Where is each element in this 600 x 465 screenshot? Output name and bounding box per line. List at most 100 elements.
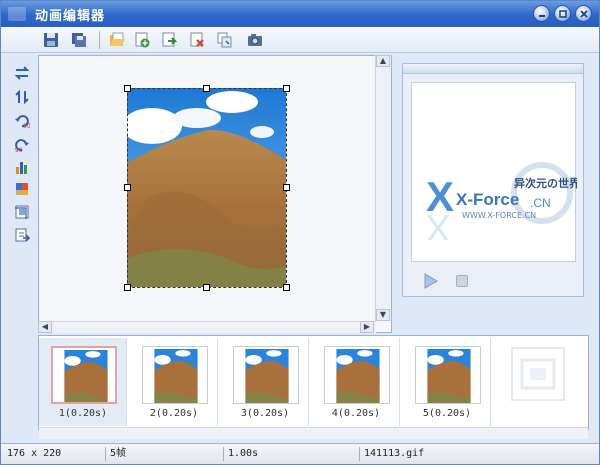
export-button[interactable] [9,225,35,245]
main-toolbar [1,27,599,53]
frame-thumbnail-2[interactable]: 2(0.20s) [130,338,218,426]
thumbnail-box [142,346,208,404]
app-icon [8,7,26,21]
copy-frame-button[interactable] [215,30,235,50]
resize-handle-top[interactable] [203,85,210,92]
thumbnail-box [415,346,481,404]
resize-handle-right[interactable] [283,184,290,191]
thumbnail-image [427,349,471,403]
rotate-right-button[interactable]: 90 [9,135,35,155]
save-all-button[interactable] [69,30,89,50]
frame-label: 1(0.20s) [58,408,108,419]
delete-frame-button[interactable] [187,30,207,50]
selection-rectangle[interactable] [127,88,287,288]
preview-header [403,64,583,74]
scroll-down-button[interactable]: ▼ [376,309,390,321]
thumbnail-picture [63,350,109,402]
watermark-sub: .CN [530,196,551,210]
resize-handle-bottom-right[interactable] [283,284,290,291]
frame-label: 2(0.20s) [149,408,199,419]
color-balance-button[interactable] [9,179,35,199]
resize-handle-bottom-left[interactable] [124,284,131,291]
open-button[interactable] [107,30,127,50]
flip-horizontal-button[interactable] [9,63,35,83]
svg-text:90: 90 [15,147,23,153]
scroll-up-button[interactable]: ▲ [376,55,390,67]
crop-icon [15,205,29,219]
preview-screen: X X-Force .CN 异次元の世界 WWW.X-FORCE.CN X [411,82,580,262]
scroll-left-button[interactable]: ◀ [38,321,52,333]
add-frame-placeholder-icon [511,347,565,401]
frame-thumbnail-1[interactable]: 1(0.20s) [39,338,127,426]
delete-frame-icon [190,32,204,47]
save-button[interactable] [41,30,61,50]
frame-label: 4(0.20s) [331,408,381,419]
save-icon [44,33,58,47]
frame-filmstrip: 1(0.20s) 2(0.20s) 3(0.20s) 4(0.20s) 5(0.20s) [38,335,589,439]
title-bar[interactable]: 动画编辑器 [1,1,599,27]
thumbnail-image [245,349,289,403]
flip-vertical-button[interactable] [9,87,35,107]
insert-frame-icon [162,32,177,47]
watermark-main: X-Force [456,190,519,209]
resize-handle-top-right[interactable] [283,85,290,92]
capture-button[interactable] [245,30,265,50]
resize-handle-bottom[interactable] [203,284,210,291]
minimize-icon [539,15,545,17]
thumbnail-box [51,346,117,404]
color-balance-icon [16,183,28,195]
rotate-right-90-icon: 90 [15,139,29,153]
thumbnail-box [233,346,299,404]
status-duration: 1.00s [223,447,359,461]
minimize-button[interactable] [533,5,550,22]
resize-handle-top-left[interactable] [124,85,131,92]
frame-thumbnail-3[interactable]: 3(0.20s) [221,338,309,426]
status-frame-count: 5帧 [105,447,223,461]
resize-handle-left[interactable] [124,184,131,191]
status-bar: 176 x 220 5帧 1.00s 141113.gif [1,443,599,464]
thumbnail-picture [335,349,381,403]
insert-frame-button[interactable] [159,30,179,50]
thumbnail-image [336,349,380,403]
stop-button[interactable] [456,275,468,287]
status-image-size: 176 x 220 [7,448,62,459]
maximize-icon [559,10,567,18]
thumbnail-box [324,346,390,404]
open-folder-icon [110,32,125,46]
svg-text:X: X [426,207,450,248]
canvas-vertical-scrollbar[interactable]: ▲ ▼ [375,55,391,321]
copy-frame-icon [217,32,232,48]
flip-vertical-icon [15,89,29,105]
frame-thumbnail-5[interactable]: 5(0.20s) [403,338,491,426]
watermark-cn: 异次元の世界 [514,176,577,190]
svg-text:90: 90 [23,123,30,129]
frame-thumbnail-4[interactable]: 4(0.20s) [312,338,400,426]
frame-label: 5(0.20s) [422,408,472,419]
window-title: 动画编辑器 [35,9,106,24]
filmstrip-scrollbar[interactable] [39,427,588,439]
rotate-left-button[interactable]: 90 [9,111,35,131]
histogram-button[interactable] [9,157,35,177]
add-frame-icon [135,32,150,48]
flip-horizontal-icon [14,66,30,80]
thumbnail-picture [244,349,290,403]
crop-button[interactable] [9,202,35,222]
scroll-right-button[interactable]: ▶ [360,321,374,333]
rotate-left-90-icon: 90 [15,115,30,129]
add-frame-button[interactable] [132,30,152,50]
preview-panel: X X-Force .CN 异次元の世界 WWW.X-FORCE.CN X [402,63,584,297]
thumbnail-image [154,349,198,403]
maximize-button[interactable] [554,5,571,22]
toolbar-separator [99,31,100,49]
frame-label: 3(0.20s) [240,408,290,419]
empty-frame-slot[interactable] [494,338,582,426]
play-icon[interactable] [423,273,439,289]
export-icon [15,228,30,242]
histogram-icon [16,162,27,174]
status-filename: 141113.gif [359,447,595,461]
animation-editor-window: 动画编辑器 90 90 ▲ ▼ ◀ ▶ X X-Force .CN 异次元の世界… [0,0,600,465]
close-button[interactable] [575,5,592,22]
canvas-horizontal-scrollbar[interactable]: ◀ ▶ [38,321,376,333]
watermark-url: WWW.X-FORCE.CN [462,211,536,220]
close-icon [580,10,588,18]
